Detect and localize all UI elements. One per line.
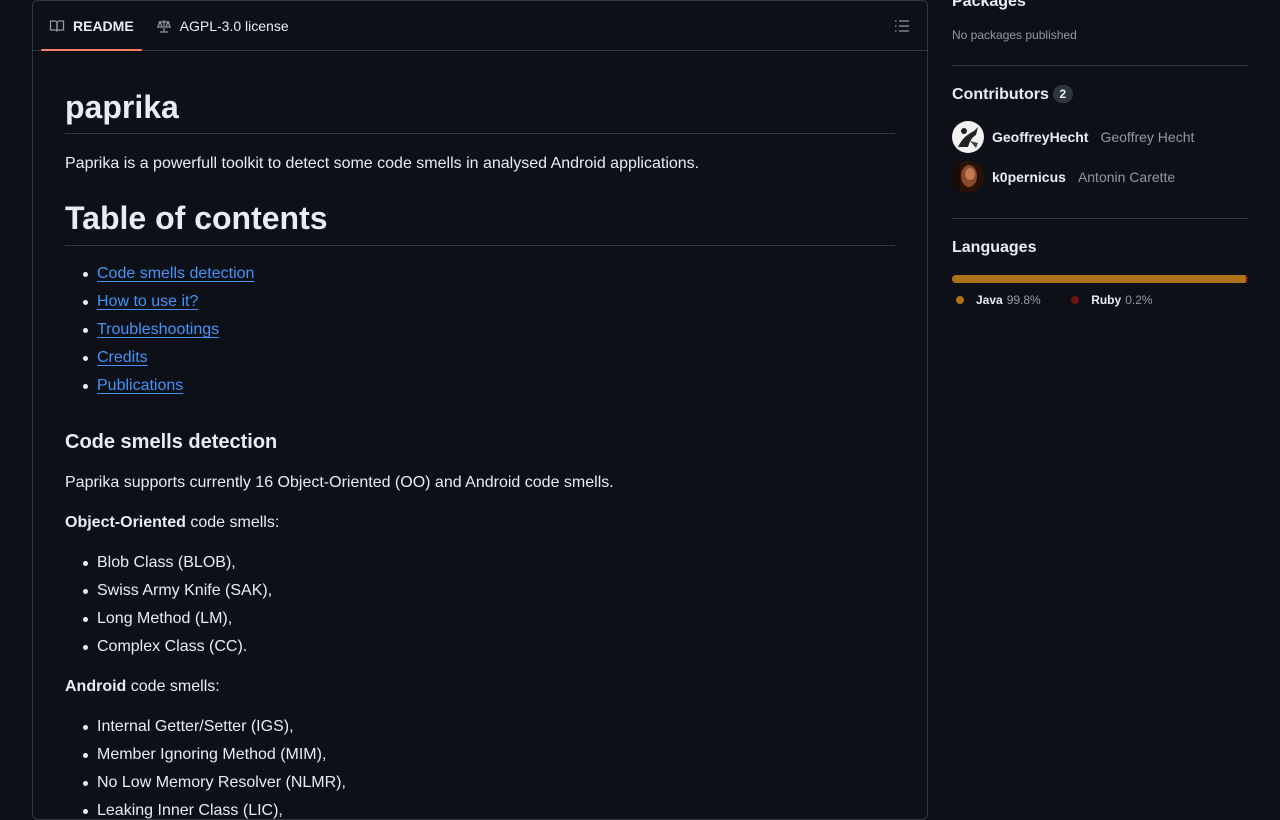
toc-link-how-to-use[interactable]: How to use it? [97,293,198,310]
android-smells-list: Internal Getter/Setter (IGS), Member Ign… [65,715,895,819]
android-label-bold: Android [65,678,127,695]
oo-label-rest: code smells: [185,514,280,531]
android-label: Android code smells: [65,675,895,699]
language-bar-segment-java [952,275,1246,283]
contributor-login[interactable]: GeoffreyHecht [992,129,1088,145]
tab-readme[interactable]: README [41,1,142,51]
contributor-name: Antonin Carette [1077,169,1176,185]
readme-title: paprika [65,87,895,134]
toc-item: Troubleshootings [83,318,895,342]
toc-list: Code smells detection How to use it? Tro… [65,262,895,398]
language-dot-icon [1071,296,1080,304]
toc-heading: Table of contents [65,198,895,246]
packages-empty-text: No packages published [952,28,1077,42]
list-item: Member Ignoring Method (MIM), [83,743,895,767]
tab-license-label: AGPL-3.0 license [179,17,289,34]
list-item: Long Method (LM), [83,607,895,631]
readme-content: paprika Paprika is a powerfull toolkit t… [33,51,927,819]
android-label-rest: code smells: [126,678,220,695]
language-percent: 0.2% [1125,293,1153,307]
contributors-heading-link[interactable]: Contributors [952,86,1049,103]
book-icon [49,18,65,34]
language-name: Ruby [1091,293,1122,307]
smells-heading: Code smells detection [65,431,278,453]
avatar[interactable] [952,161,984,193]
toc-item: How to use it? [83,290,895,314]
repo-sidebar: Packages No packages published Contribut… [952,0,1248,309]
outline-list-icon[interactable] [893,18,911,34]
language-item-ruby[interactable]: Ruby 0.2% [1067,293,1153,307]
toc-item: Code smells detection [83,262,895,286]
list-item: Leaking Inner Class (LIC), [83,799,895,819]
list-item: Swiss Army Knife (SAK), [83,579,895,603]
list-item: Complex Class (CC). [83,635,895,659]
oo-smells-list: Blob Class (BLOB), Swiss Army Knife (SAK… [65,551,895,659]
oo-label: Object-Oriented code smells: [65,511,895,535]
readme-tab-bar: README AGPL-3.0 license [33,1,927,51]
toc-link-troubleshootings[interactable]: Troubleshootings [97,321,219,338]
toc-link-publications[interactable]: Publications [97,377,183,394]
toc-item: Publications [83,374,895,398]
toc-item: Credits [83,346,895,370]
contributor-login[interactable]: k0pernicus [992,169,1066,185]
packages-heading[interactable]: Packages [952,0,1248,11]
language-name: Java [976,293,1003,307]
language-percent: 99.8% [1006,293,1041,307]
language-item-java[interactable]: Java 99.8% [952,293,1041,307]
contributors-heading: Contributors 2 [952,85,1248,104]
contributor-item[interactable]: GeoffreyHecht Geoffrey Hecht [952,121,1248,153]
law-scale-icon [156,18,172,34]
smells-intro: Paprika supports currently 16 Object-Ori… [65,474,614,491]
readme-panel: README AGPL-3.0 license paprika Paprika … [32,0,928,820]
contributors-section: Contributors 2 GeoffreyHecht Geoffrey Hec… [952,66,1248,219]
packages-section: Packages No packages published [952,0,1248,66]
avatar[interactable] [952,121,984,153]
tab-license[interactable]: AGPL-3.0 license [148,1,297,50]
list-item: Internal Getter/Setter (IGS), [83,715,895,739]
contributors-count-badge: 2 [1052,85,1073,103]
languages-list: Java 99.8% Ruby 0.2% [952,291,1248,309]
tab-readme-label: README [73,17,134,34]
packages-heading-link[interactable]: Packages [952,0,1026,10]
contributor-item[interactable]: k0pernicus Antonin Carette [952,161,1248,193]
contributor-name: Geoffrey Hecht [1100,129,1195,145]
language-bar-segment-ruby [1246,275,1248,283]
languages-heading: Languages [952,239,1037,256]
list-item: No Low Memory Resolver (NLMR), [83,771,895,795]
languages-section: Languages Java 99.8% Ruby 0.2% [952,219,1248,309]
language-dot-icon [956,296,964,304]
languages-bar [952,275,1248,283]
toc-link-code-smells-detection[interactable]: Code smells detection [97,265,254,282]
list-item: Blob Class (BLOB), [83,551,895,575]
oo-label-bold: Object-Oriented [65,514,186,531]
toc-link-credits[interactable]: Credits [97,349,148,366]
readme-intro: Paprika is a powerfull toolkit to detect… [65,155,700,172]
